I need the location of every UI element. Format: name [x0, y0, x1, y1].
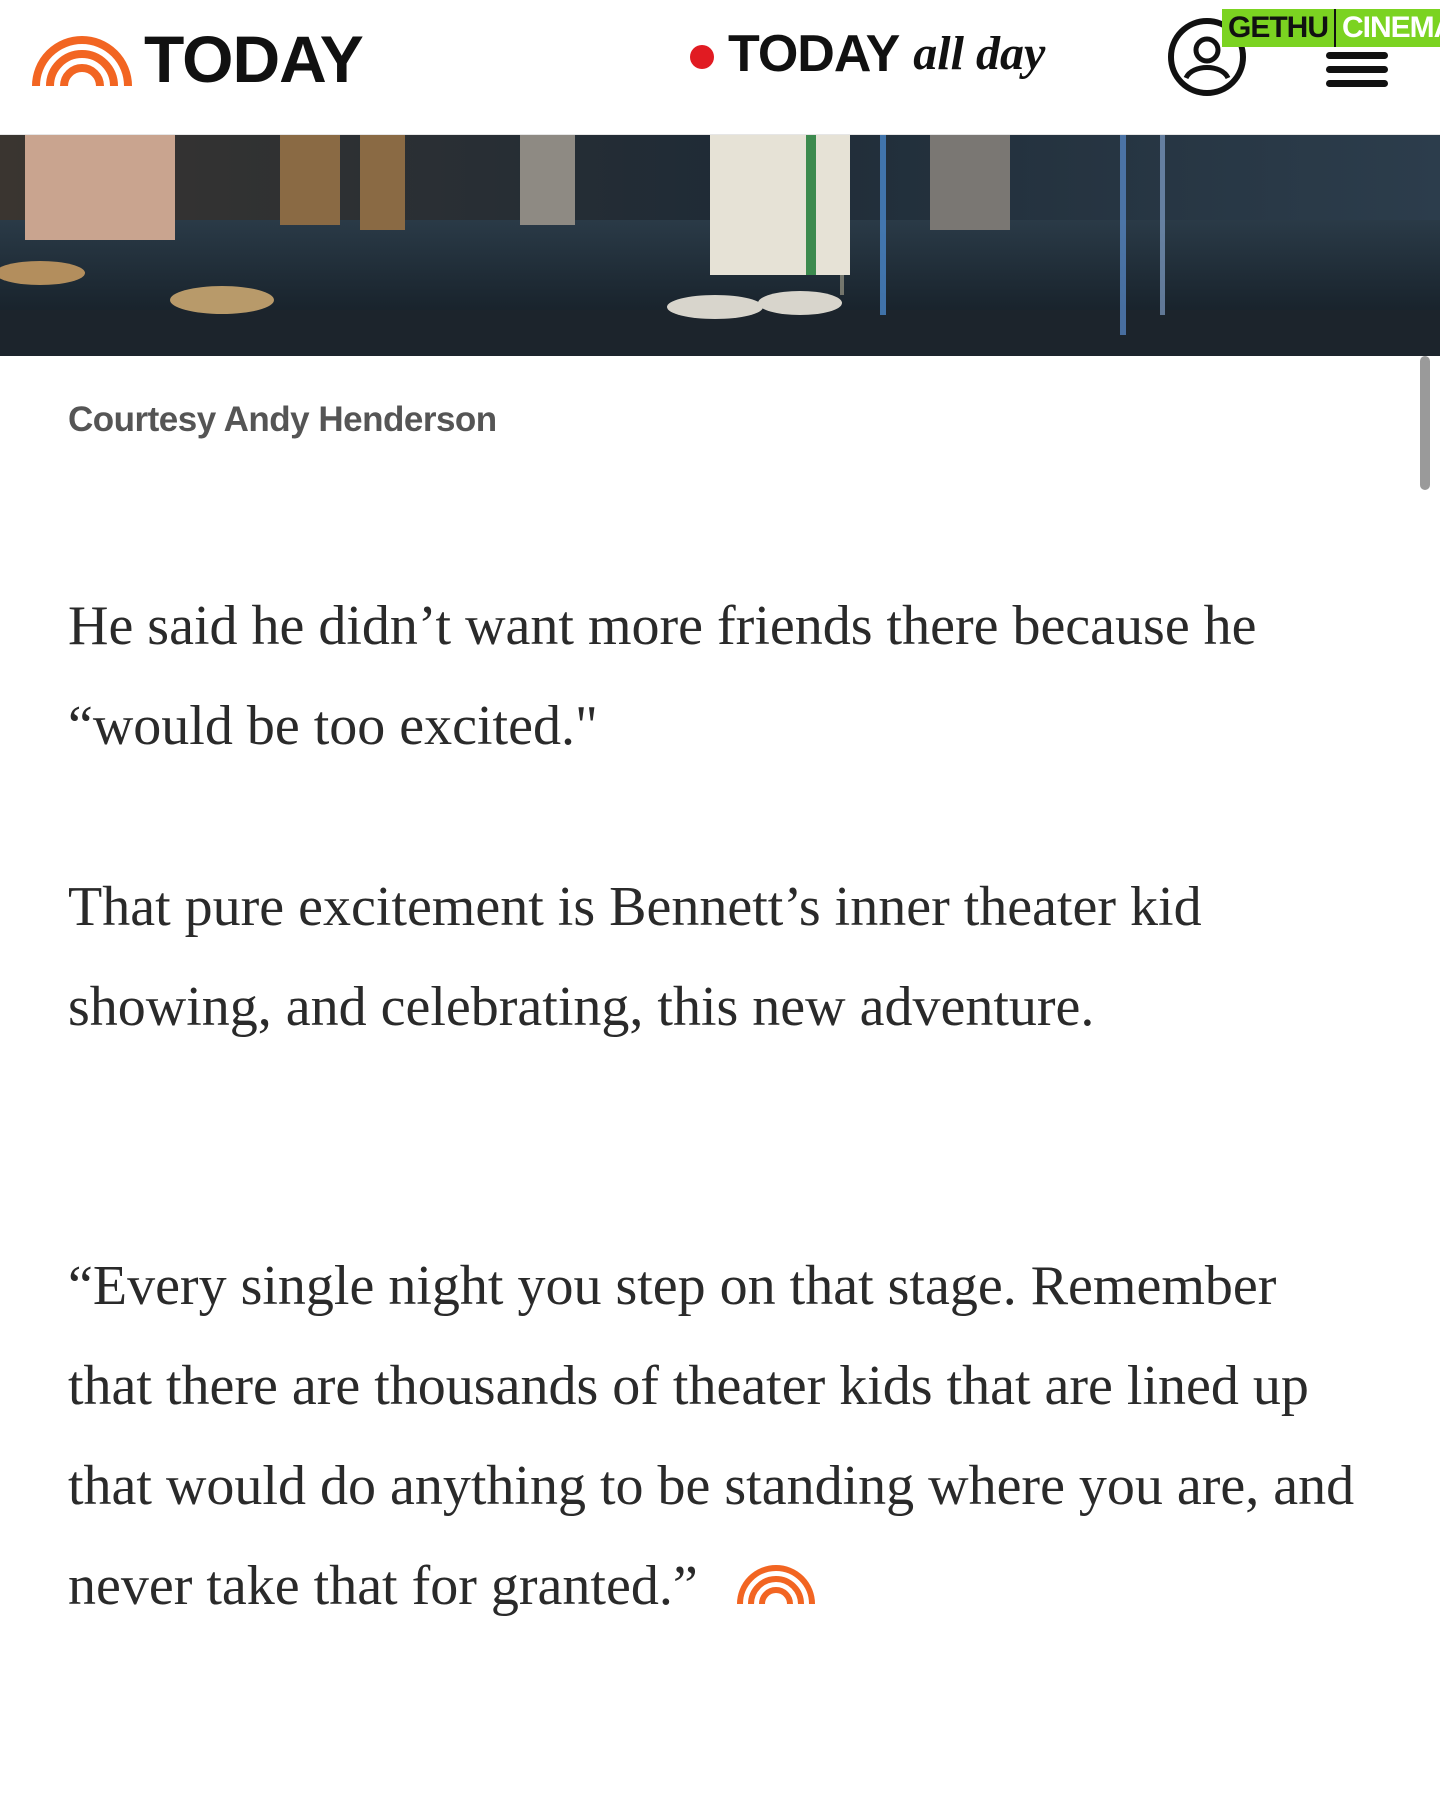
article-paragraph: He said he didn’t want more friends ther…: [68, 595, 1257, 757]
today-all-day-link[interactable]: TODAY all day: [690, 28, 1045, 80]
today-rainbow-icon: [32, 36, 132, 87]
watermark-part2: CINEMA: [1334, 9, 1440, 47]
paragraph-text: “Every single night you step on that sta…: [68, 1255, 1355, 1617]
image-caption: Courtesy Andy Henderson: [68, 400, 497, 439]
logo-wordmark: TODAY: [144, 22, 364, 96]
watermark-logo: GETHU CINEMA: [1222, 6, 1440, 50]
allday-suffix: all day: [913, 27, 1046, 80]
menu-icon[interactable]: [1326, 52, 1388, 87]
article-paragraph: “Every single night you step on that sta…: [68, 1236, 1368, 1636]
live-dot-icon: [690, 45, 714, 69]
article-image: [0, 135, 1440, 356]
today-end-mark-icon: [736, 1565, 815, 1605]
page-scrollbar[interactable]: [1420, 356, 1430, 490]
article-paragraph: That pure excitement is Bennett’s inner …: [68, 876, 1202, 1038]
today-logo[interactable]: TODAY: [32, 22, 364, 96]
allday-wordmark: TODAY: [728, 25, 900, 83]
watermark-part1: GETHU: [1222, 9, 1334, 47]
